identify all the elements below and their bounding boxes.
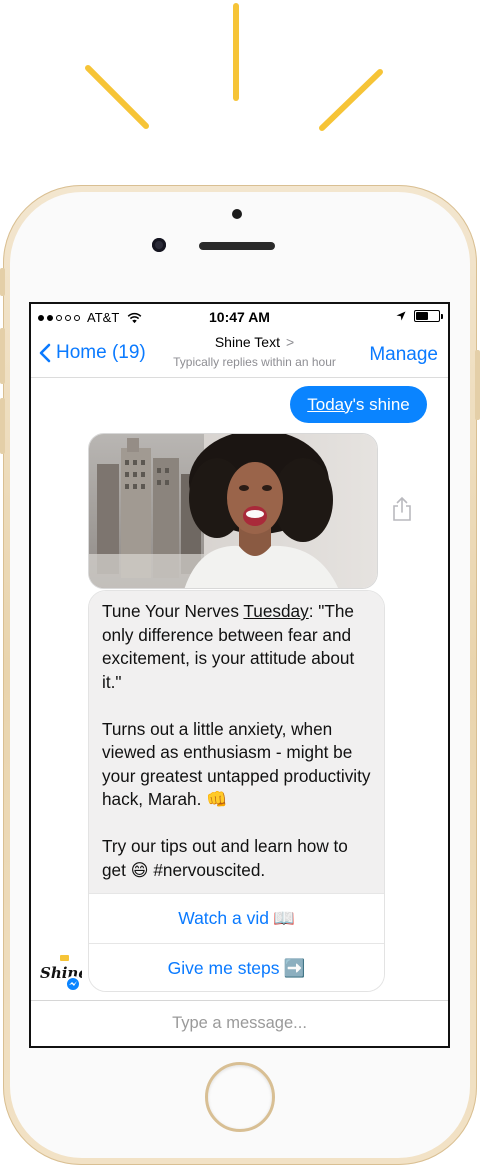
conversation-title-row: Shine Text > [151,334,358,350]
clock: 10:47 AM [209,309,270,325]
front-camera-icon [152,238,166,252]
proximity-sensor [232,209,242,219]
right-arrow-icon: ➡️ [283,958,306,978]
conversation-title: Shine Text [214,334,280,350]
button-label: Watch a vid [178,908,269,928]
side-button [0,268,5,296]
message-paragraph: Try our tips out and learn how to get 😄 … [102,836,348,880]
message-paragraph: Turns out a little anxiety, when viewed … [102,718,371,810]
status-bar: AT&T 10:47 AM [31,304,448,330]
today-link[interactable]: Today [307,395,352,415]
sparkle-rays-icon [85,3,383,131]
button-label: Give me steps [167,958,280,978]
location-arrow-icon [396,311,406,321]
message-composer [31,1000,448,1046]
manage-button[interactable]: Manage [369,344,438,366]
incoming-message-text: Tune Your Nerves Tuesday: "The only diff… [89,591,384,893]
message-photo[interactable] [88,433,378,589]
outgoing-message-text: 's shine [352,394,410,414]
volume-down-button [0,398,5,454]
earpiece-speaker [199,242,275,250]
open-book-icon: 📖 [272,908,295,928]
navigation-bar: Home (19) Shine Text > Typically replies … [31,330,448,378]
watch-a-vid-button[interactable]: Watch a vid 📖 [89,893,384,943]
power-button [475,350,480,420]
response-time-note: Typically replies within an hour [173,355,336,369]
chevron-left-icon [39,343,51,363]
messenger-badge-icon [65,976,81,992]
messenger-screen: AT&T 10:47 AM Home (19) Shine Text > Typ… [29,302,450,1048]
message-paragraph: Tune Your Nerves Tuesday: "The only diff… [102,600,372,694]
volume-up-button [0,328,5,384]
quote-lead: Tune Your Nerves [102,601,244,621]
back-label: Home (19) [56,342,146,363]
tuesday-text: Tuesday [243,601,309,621]
laughing-woman-image [89,434,377,588]
message-input[interactable] [31,1014,448,1033]
status-right [396,310,443,322]
share-icon[interactable] [391,496,413,522]
home-button[interactable] [205,1062,275,1132]
conversation-header[interactable]: Shine Text > Typically replies within an … [151,334,358,369]
outgoing-message-bubble[interactable]: Today's shine [290,386,427,423]
battery-level [416,312,429,320]
give-me-steps-button[interactable]: Give me steps ➡️ [89,943,384,991]
incoming-message-card: Tune Your Nerves Tuesday: "The only diff… [88,590,385,992]
chevron-right-icon: > [285,334,295,350]
back-button[interactable]: Home (19) [39,342,146,364]
battery-icon [414,310,443,322]
